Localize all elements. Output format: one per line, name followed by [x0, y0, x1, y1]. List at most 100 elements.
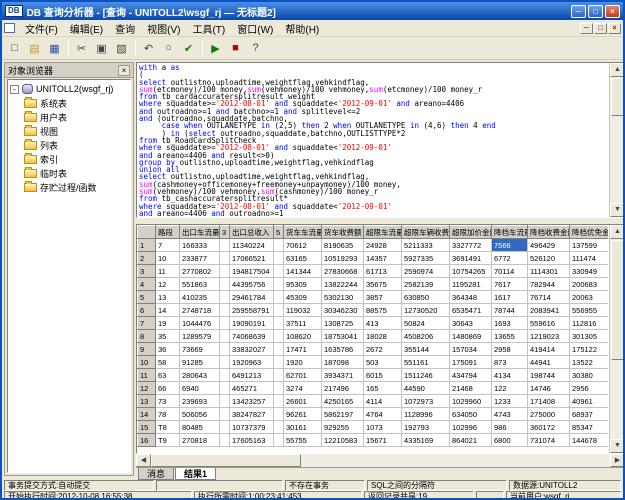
cut-icon[interactable]: ✂	[72, 39, 91, 57]
grid-cell[interactable]: 12210583	[322, 434, 364, 447]
grid-cell[interactable]: 873	[492, 356, 528, 369]
grid-cell[interactable]: 4114	[364, 395, 402, 408]
grid-cell[interactable]: 630850	[402, 291, 450, 304]
scrollbar-thumb[interactable]	[611, 78, 624, 116]
scrollbar-thumb[interactable]	[611, 240, 624, 360]
child-minimize-button[interactable]: ─	[580, 23, 593, 34]
column-header[interactable]: 降档车流量	[492, 226, 528, 239]
paste-icon[interactable]: ▧	[112, 39, 131, 57]
grid-cell[interactable]: 187098	[322, 356, 364, 369]
grid-cell[interactable]: 6940	[180, 382, 220, 395]
grid-cell[interactable]: 986	[492, 421, 528, 434]
column-header[interactable]: 出口车流量	[180, 226, 220, 239]
grid-cell[interactable]: 233877	[180, 252, 220, 265]
grid-cell[interactable]: 122	[492, 382, 528, 395]
grid-cell[interactable]	[274, 265, 284, 278]
row-header[interactable]: 4	[138, 278, 156, 291]
column-header[interactable]: 超限车辆收费额	[402, 226, 450, 239]
grid-cell[interactable]: 2582139	[402, 278, 450, 291]
grid-cell[interactable]: 364348	[450, 291, 492, 304]
grid-cell[interactable]: 44590	[402, 382, 450, 395]
grid-cell[interactable]: 1073	[364, 421, 402, 434]
grid-cell[interactable]: 192793	[402, 421, 450, 434]
grid-cell[interactable]: 217496	[322, 382, 364, 395]
grid-cell[interactable]: 301305	[570, 330, 609, 343]
grid-cell[interactable]: 13822244	[322, 278, 364, 291]
grid-cell[interactable]: 526120	[528, 252, 570, 265]
scroll-down-icon[interactable]: ▼	[610, 439, 625, 453]
grid-cell[interactable]: 3934371	[322, 369, 364, 382]
grid-cell[interactable]: 5862197	[322, 408, 364, 421]
grid-cell[interactable]: 551863	[180, 278, 220, 291]
column-header[interactable]: 出口总收入	[230, 226, 274, 239]
row-header[interactable]: 14	[138, 408, 156, 421]
grid-cell[interactable]	[274, 382, 284, 395]
column-header[interactable]: 货车车流量	[284, 226, 322, 239]
grid-cell[interactable]: 14746	[528, 382, 570, 395]
grid-cell[interactable]: 21468	[450, 382, 492, 395]
menu-item[interactable]: 帮助(H)	[279, 24, 325, 37]
column-header[interactable]: 货车收费额	[322, 226, 364, 239]
grid-cell[interactable]: 6535471	[450, 304, 492, 317]
grid-cell[interactable]	[274, 434, 284, 447]
grid-cell[interactable]	[220, 421, 230, 434]
grid-cell[interactable]: 44395756	[230, 278, 274, 291]
scrollbar-thumb[interactable]	[151, 454, 301, 467]
grid-corner-cell[interactable]	[138, 226, 156, 239]
grid-cell[interactable]: 6015	[364, 369, 402, 382]
grid-cell[interactable]: 13655	[492, 330, 528, 343]
grid-cell[interactable]: 1480869	[450, 330, 492, 343]
grid-cell[interactable]	[220, 369, 230, 382]
grid-cell[interactable]: 4335169	[402, 434, 450, 447]
grid-cell[interactable]: 8190635	[322, 239, 364, 252]
grid-cell[interactable]: 2083941	[528, 304, 570, 317]
grid-cell[interactable]: 503	[364, 356, 402, 369]
grid-cell[interactable]: 3857	[364, 291, 402, 304]
grid-cell[interactable]: 1128996	[402, 408, 450, 421]
grid-cell[interactable]: 2672	[364, 343, 402, 356]
grid-cell[interactable]: 5211333	[402, 239, 450, 252]
child-restore-button[interactable]: □	[594, 23, 607, 34]
grid-cell[interactable]	[274, 252, 284, 265]
scroll-right-icon[interactable]: ▶	[610, 454, 625, 467]
column-header[interactable]: 超限加价金额	[450, 226, 492, 239]
row-header[interactable]: 16	[138, 434, 156, 447]
grid-cell[interactable]	[220, 408, 230, 421]
grid-cell[interactable]: 12	[156, 278, 180, 291]
undo-icon[interactable]: ↶	[139, 39, 158, 57]
grid-cell[interactable]: 4134	[492, 369, 528, 382]
grid-cell[interactable]: 13423257	[230, 395, 274, 408]
grid-cell[interactable]	[220, 395, 230, 408]
grid-cell[interactable]	[220, 317, 230, 330]
grid-cell[interactable]: 24928	[364, 239, 402, 252]
grid-cell[interactable]: 506056	[180, 408, 220, 421]
grid-cell[interactable]: 782944	[528, 278, 570, 291]
menu-item[interactable]: 窗口(W)	[231, 24, 279, 37]
grid-cell[interactable]: 864021	[450, 434, 492, 447]
grid-cell[interactable]: 496429	[528, 239, 570, 252]
check-icon[interactable]: ✔	[179, 39, 198, 57]
grid-cell[interactable]: 419414	[528, 343, 570, 356]
row-header[interactable]: 1	[138, 239, 156, 252]
grid-cell[interactable]: 10519293	[322, 252, 364, 265]
grid-cell[interactable]	[220, 356, 230, 369]
grid-cell[interactable]: 2958	[492, 343, 528, 356]
grid-cell[interactable]: 355144	[402, 343, 450, 356]
grid-cell[interactable]: 38247827	[230, 408, 274, 421]
grid-cell[interactable]: 270818	[180, 434, 220, 447]
grid-cell[interactable]	[220, 382, 230, 395]
grid-cell[interactable]: 1635786	[322, 343, 364, 356]
grid-cell[interactable]: 70114	[492, 265, 528, 278]
grid-cell[interactable]: 17471	[284, 343, 322, 356]
grid-cell[interactable]: 18028	[364, 330, 402, 343]
grid-cell[interactable]: 44941	[528, 356, 570, 369]
grid-cell[interactable]: 144678	[570, 434, 609, 447]
grid-cell[interactable]: 18753041	[322, 330, 364, 343]
grid-cell[interactable]: 3274	[284, 382, 322, 395]
results-grid[interactable]: 路段出口车流量3出口总收入5货车车流量货车收费额超限车流量超限车辆收费额超限加价…	[137, 225, 608, 447]
grid-cell[interactable]: 434794	[450, 369, 492, 382]
sql-editor[interactable]: with a as(select outlistno,uploadtime,we…	[136, 62, 625, 218]
grid-cell[interactable]: 111474	[570, 252, 609, 265]
grid-cell[interactable]: 80485	[180, 421, 220, 434]
grid-cell[interactable]: 1233	[492, 395, 528, 408]
